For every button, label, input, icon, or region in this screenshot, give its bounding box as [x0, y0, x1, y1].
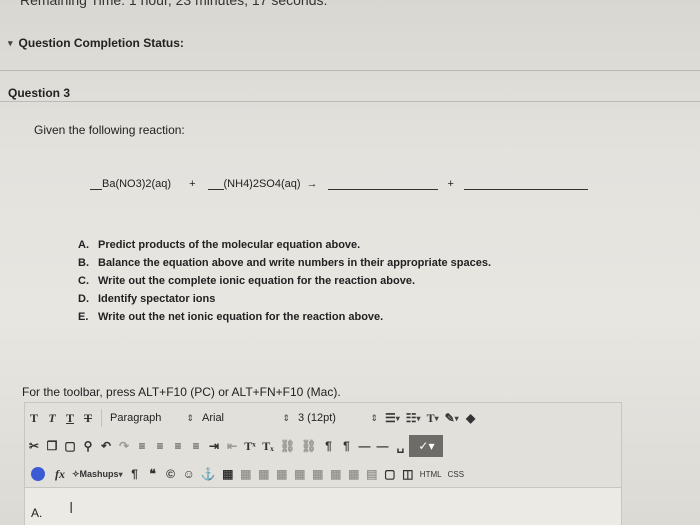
align-justify-icon[interactable]: ≡ — [187, 435, 205, 457]
chevron-down-icon: ▾ — [8, 37, 13, 48]
instruction-item: D. Identify spectator ions — [78, 293, 216, 305]
link-icon[interactable]: ⛓ — [277, 435, 298, 457]
bold-button[interactable]: T — [25, 407, 43, 429]
toolbar-row-1: T T T T Paragraph ⇕ Arial ⇕ 3 (12pt) ⇕ ☰… — [25, 405, 623, 431]
align-left-icon[interactable]: ≡ — [133, 435, 151, 457]
preview-icon[interactable]: ◫ — [399, 463, 417, 485]
table-column-icon[interactable]: ▦ — [255, 463, 273, 485]
table-merge-icon[interactable]: ▦ — [291, 463, 309, 485]
emoji-icon[interactable]: ☺ — [180, 463, 198, 485]
math-function-icon[interactable]: fx — [51, 463, 69, 485]
plus-sign-2: + — [447, 178, 454, 190]
reactant-1: Ba(NO3)2(aq) — [102, 178, 172, 190]
text-cursor-icon: I — [69, 500, 74, 517]
mashups-dropdown[interactable]: ✧ Mashups ▾ — [69, 463, 126, 485]
divider — [0, 70, 700, 71]
font-size-select[interactable]: 3 (12pt) ⇕ — [294, 407, 382, 429]
ltr-direction-icon[interactable]: ¶ — [319, 435, 337, 457]
find-icon[interactable]: ⚲ — [79, 435, 97, 457]
paragraph-mark-icon[interactable]: ¶ — [126, 463, 144, 485]
align-right-icon[interactable]: ≡ — [169, 435, 187, 457]
bullet-list-icon[interactable]: ☰ ▾ — [382, 407, 403, 429]
insert-line-icon[interactable]: — — [373, 435, 391, 457]
updown-caret-icon: ⇕ — [186, 412, 194, 423]
fullscreen-icon[interactable]: ▢ — [381, 463, 399, 485]
remaining-time-text: Remaining Time: 1 hour, 23 minutes, 17 s… — [20, 0, 328, 8]
cut-icon[interactable]: ✂ — [25, 435, 43, 457]
plus-sign-1: + — [189, 178, 196, 190]
unlink-icon[interactable]: ⛓ — [298, 435, 319, 457]
table-props-icon[interactable]: ▦ — [345, 463, 363, 485]
horizontal-rule-icon[interactable]: — — [355, 435, 373, 457]
copy-icon[interactable]: ❐ — [43, 435, 61, 457]
copyright-icon[interactable]: © — [162, 463, 180, 485]
product-blank-2 — [463, 180, 588, 190]
editor-toolbar: T T T T Paragraph ⇕ Arial ⇕ 3 (12pt) ⇕ ☰… — [24, 402, 622, 488]
table-row-icon[interactable]: ▦ — [237, 463, 255, 485]
anchor-icon[interactable]: ⚓ — [198, 463, 219, 485]
toolbar-row-3: fx ✧ Mashups ▾ ¶ ❝ © ☺ ⚓ ▦ ▦ ▦ ▦ ▦ ▦ ▦ ▦… — [25, 461, 623, 487]
numbered-list-icon[interactable]: ☷ ▾ — [403, 407, 424, 429]
blockquote-icon[interactable]: ❝ — [144, 463, 162, 485]
add-content-icon[interactable] — [31, 467, 45, 481]
editor-text: A. — [31, 506, 43, 520]
indent-icon[interactable]: ⇥ — [205, 435, 223, 457]
font-select[interactable]: Arial ⇕ — [198, 407, 294, 429]
html-button[interactable]: HTML — [417, 463, 445, 485]
question-title: Question 3 — [8, 86, 71, 100]
coefficient-blank-1 — [90, 180, 102, 190]
instructions-list: A. Predict products of the molecular equa… — [78, 236, 491, 326]
spellcheck-dropdown[interactable]: ✓▾ — [409, 435, 444, 457]
underline-button[interactable]: T — [61, 407, 79, 429]
updown-caret-icon: ⇕ — [282, 412, 290, 423]
paragraph-select[interactable]: Paragraph ⇕ — [106, 407, 198, 429]
eraser-icon[interactable]: ◆ — [462, 407, 480, 429]
table-cell-icon[interactable]: ▦ — [273, 463, 291, 485]
instruction-item: E. Write out the net ionic equation for t… — [78, 311, 384, 323]
question-completion-status[interactable]: ▾ Question Completion Status: — [8, 36, 184, 50]
highlight-pen-icon[interactable]: ✎ ▾ — [442, 407, 462, 429]
table-insert-icon[interactable]: ▤ — [363, 463, 381, 485]
table-icon[interactable]: ▦ — [219, 463, 237, 485]
superscript-icon[interactable]: Tˣ — [241, 435, 259, 457]
remaining-time-bar: Remaining Time: 1 hour, 23 minutes, 17 s… — [0, 0, 700, 14]
outdent-icon[interactable]: ⇤ — [223, 435, 241, 457]
toolbar-note: For the toolbar, press ALT+F10 (PC) or A… — [22, 385, 341, 399]
align-center-icon[interactable]: ≡ — [151, 435, 169, 457]
question-header: Question 3 — [0, 84, 700, 102]
reaction-arrow: → — [306, 178, 318, 190]
toolbar-row-2: ✂ ❐ ▢ ⚲ ↶ ↷ ≡ ≡ ≡ ≡ ⇥ ⇤ Tˣ Tₓ ⛓ ⛓ ¶ ¶ — … — [25, 433, 623, 459]
question-completion-status-label: Question Completion Status: — [18, 36, 184, 50]
redo-icon[interactable]: ↷ — [115, 435, 133, 457]
reactant-2: (NH4)2SO4(aq) — [223, 178, 301, 190]
instruction-item: A. Predict products of the molecular equa… — [78, 239, 361, 251]
subscript-icon[interactable]: Tₓ — [259, 435, 277, 457]
updown-caret-icon: ⇕ — [370, 412, 378, 423]
reaction-equation: Ba(NO3)2(aq) + (NH4)2SO4(aq) → + — [90, 178, 588, 190]
coefficient-blank-2 — [207, 180, 224, 190]
toolbar-separator — [101, 409, 102, 427]
table-delete-icon[interactable]: ▦ — [327, 463, 345, 485]
italic-button[interactable]: T — [43, 407, 61, 429]
table-split-icon[interactable]: ▦ — [309, 463, 327, 485]
product-blank-1 — [327, 180, 438, 190]
given-text: Given the following reaction: — [34, 123, 185, 137]
answer-editor[interactable]: A. I — [24, 488, 622, 525]
css-button[interactable]: CSS — [445, 463, 467, 485]
undo-icon[interactable]: ↶ — [97, 435, 115, 457]
rtl-direction-icon[interactable]: ¶ — [337, 435, 355, 457]
nonbreaking-space-icon[interactable]: ␣ — [391, 435, 409, 457]
instruction-item: C. Write out the complete ionic equation … — [78, 275, 416, 287]
instruction-item: B. Balance the equation above and write n… — [78, 257, 492, 269]
strikethrough-button[interactable]: T — [79, 407, 97, 429]
paste-icon[interactable]: ▢ — [61, 435, 79, 457]
text-color-icon[interactable]: T ▾ — [424, 407, 442, 429]
